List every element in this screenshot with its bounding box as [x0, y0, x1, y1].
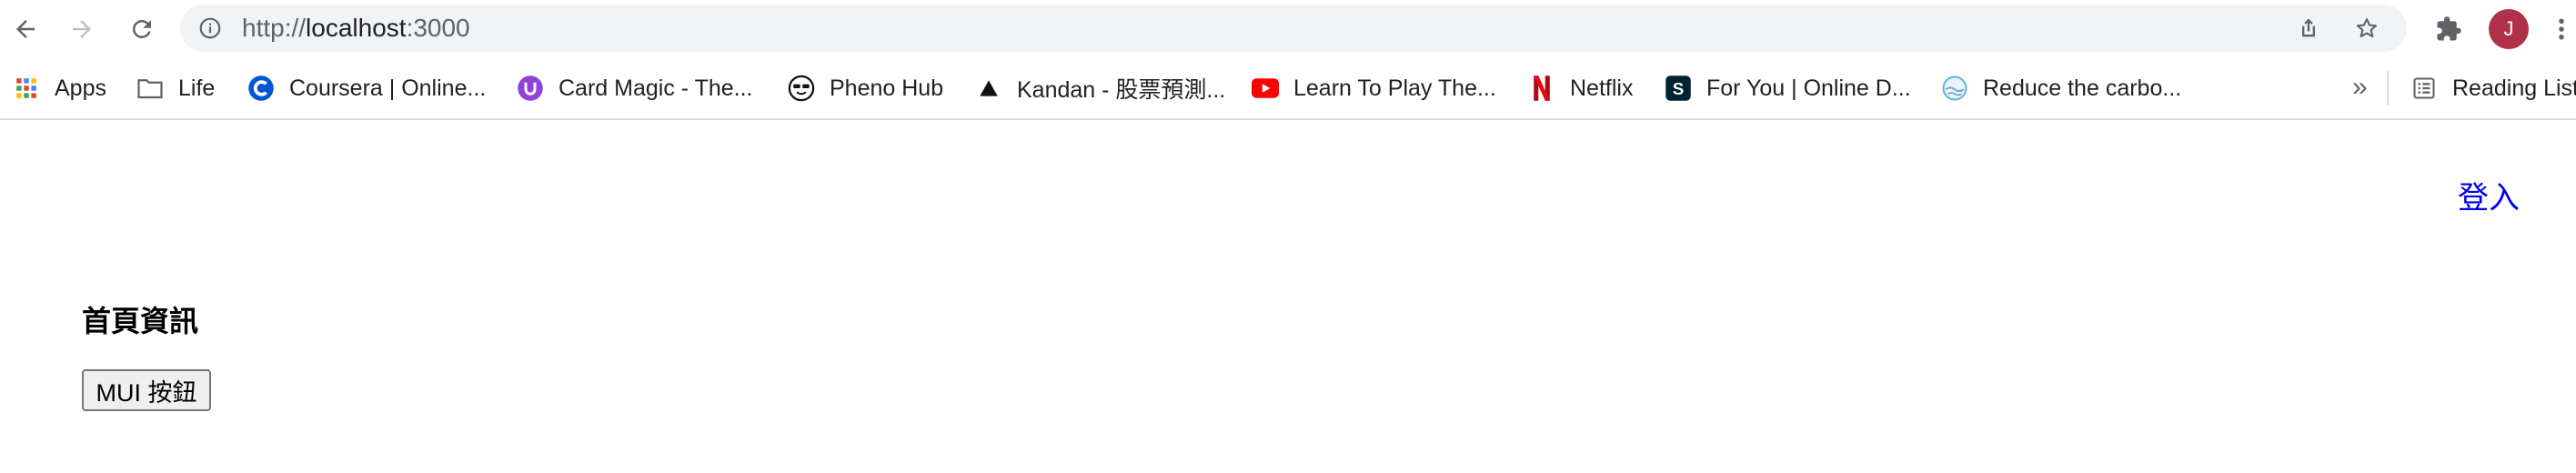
netflix-icon	[1528, 75, 1555, 102]
bookmark-card-magic[interactable]: Card Magic - The...	[517, 58, 753, 118]
bookmarks-overflow-button[interactable]: »	[2352, 58, 2368, 118]
card-magic-icon	[517, 75, 544, 102]
profile-avatar[interactable]: J	[2489, 9, 2529, 49]
bookmark-label: Pheno Hub	[830, 75, 944, 101]
reload-icon	[132, 19, 151, 38]
url-text: http://localhost:3000	[242, 5, 470, 52]
folder-icon	[136, 75, 164, 102]
menu-button[interactable]	[2547, 9, 2576, 49]
bookmark-reduce-carbon[interactable]: Reduce the carbo...	[1941, 58, 2181, 118]
extensions-button[interactable]	[2429, 9, 2469, 49]
url-host: localhost	[306, 14, 407, 42]
address-bar[interactable]: http://localhost:3000	[180, 5, 2407, 52]
login-link[interactable]: 登入	[2458, 173, 2520, 217]
globe-icon	[1941, 75, 1968, 102]
mui-button[interactable]: MUI 按鈕	[82, 369, 211, 411]
bookmark-label: For You | Online D...	[1706, 75, 1911, 101]
pheno-hub-icon	[788, 75, 815, 102]
bookmark-star-icon[interactable]	[2354, 15, 2380, 41]
page-title: 首頁資訊	[82, 305, 199, 337]
forward-button[interactable]	[62, 9, 102, 49]
forward-arrow-icon	[73, 20, 91, 38]
apps-grid-icon	[13, 75, 40, 102]
bookmark-label: Learn To Play The...	[1293, 75, 1496, 101]
bookmarks-separator	[2387, 71, 2389, 106]
bookmark-label: Card Magic - The...	[558, 75, 753, 101]
browser-toolbar: http://localhost:3000 J	[0, 0, 2576, 58]
bookmark-label: Coursera | Online...	[289, 75, 487, 101]
bookmarks-bar: Apps Life Coursera | Online... Card Magi…	[0, 58, 2576, 120]
reading-list-icon	[2410, 75, 2438, 102]
reading-list-button[interactable]: Reading List	[2410, 58, 2576, 118]
bookmark-folder-life[interactable]: Life	[136, 58, 215, 118]
bookmark-for-you[interactable]: S For You | Online D...	[1665, 58, 1911, 118]
reading-list-label: Reading List	[2452, 75, 2576, 101]
bookmark-label: Life	[178, 75, 216, 101]
kandan-icon	[975, 75, 1002, 102]
youtube-icon	[1252, 75, 1279, 102]
share-icon[interactable]	[2296, 15, 2321, 41]
bookmark-kandan[interactable]: Kandan - 股票預測...	[975, 58, 1225, 118]
bookmark-coursera[interactable]: Coursera | Online...	[247, 58, 486, 118]
svg-text:S: S	[1673, 79, 1685, 98]
site-info-icon[interactable]	[198, 16, 222, 40]
bookmark-label: Apps	[55, 75, 106, 101]
reload-button[interactable]	[122, 9, 162, 49]
url-port: :3000	[406, 14, 470, 42]
back-arrow-icon	[16, 20, 35, 38]
bookmark-label: Netflix	[1570, 75, 1634, 101]
bookmark-pheno-hub[interactable]: Pheno Hub	[788, 58, 943, 118]
more-vertical-icon	[2559, 18, 2564, 40]
bookmark-label: Reduce the carbo...	[1983, 75, 2182, 101]
puzzle-piece-icon	[2437, 16, 2461, 41]
bookmark-youtube[interactable]: Learn To Play The...	[1252, 58, 1496, 118]
coursera-icon	[247, 75, 275, 102]
url-scheme: http://	[242, 14, 307, 42]
back-button[interactable]	[5, 9, 45, 49]
skillshare-icon: S	[1665, 75, 1692, 102]
bookmark-apps[interactable]: Apps	[13, 58, 106, 118]
bookmark-netflix[interactable]: Netflix	[1528, 58, 1633, 118]
bookmark-label: Kandan - 股票預測...	[1017, 77, 1226, 103]
